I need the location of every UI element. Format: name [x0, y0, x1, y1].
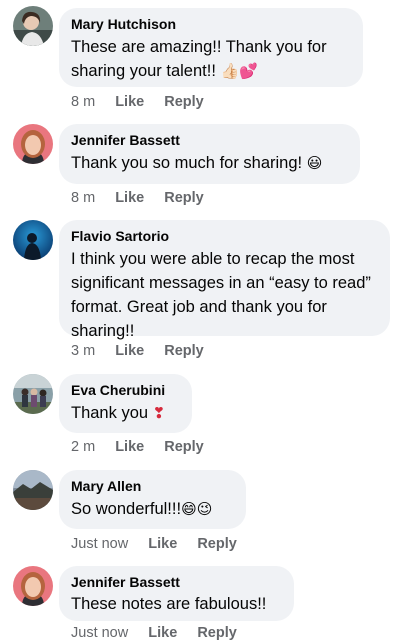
avatar[interactable] — [13, 374, 53, 414]
comment-meta: 8 m Like Reply — [71, 93, 220, 111]
comment-author[interactable]: Jennifer Bassett — [71, 131, 348, 149]
avatar-image — [13, 6, 53, 46]
comment-bubble: Flavio Sartorio I think you were able to… — [59, 220, 390, 340]
avatar-image — [13, 220, 53, 260]
like-button[interactable]: Like — [148, 536, 177, 552]
comment-author[interactable]: Eva Cherubini — [71, 381, 180, 399]
like-button[interactable]: Like — [148, 625, 177, 640]
avatar[interactable] — [13, 220, 53, 260]
avatar[interactable] — [13, 124, 53, 164]
comment-text: These are amazing!! Thank you for sharin… — [71, 35, 351, 83]
comment-meta: Just now Like Reply — [71, 624, 253, 640]
comment-bubble: Jennifer Bassett Thank you so much for s… — [59, 124, 360, 184]
avatar-image — [13, 124, 53, 164]
comment-timestamp[interactable]: 3 m — [71, 343, 95, 359]
comment-text: These notes are fabulous!! — [71, 595, 267, 613]
comment-timestamp[interactable]: Just now — [71, 536, 128, 552]
comment-timestamp[interactable]: 8 m — [71, 94, 95, 110]
smiley-emoji: 😃 — [306, 154, 323, 172]
reply-button[interactable]: Reply — [164, 190, 204, 206]
like-button[interactable]: Like — [115, 343, 144, 359]
avatar[interactable] — [13, 566, 53, 606]
comment-bubble: Mary Allen So wonderful!!!😄😉 — [59, 470, 246, 529]
comment-timestamp[interactable]: Just now — [71, 625, 128, 640]
like-button[interactable]: Like — [115, 439, 144, 455]
reply-button[interactable]: Reply — [164, 439, 204, 455]
reply-button[interactable]: Reply — [197, 625, 237, 640]
comment-bubble: Jennifer Bassett These notes are fabulou… — [59, 566, 294, 621]
comment-text: Thank you so much for sharing! 😃 — [71, 151, 348, 175]
comment-meta: Just now Like Reply — [71, 535, 253, 553]
avatar-image — [13, 374, 53, 414]
comment-text-content: Thank you — [71, 404, 149, 422]
comment-bubble: Mary Hutchison These are amazing!! Thank… — [59, 8, 363, 87]
comment-thread: Mary Hutchison These are amazing!! Thank… — [0, 0, 408, 640]
comment-timestamp[interactable]: 2 m — [71, 439, 95, 455]
avatar-image — [13, 566, 53, 606]
like-button[interactable]: Like — [115, 190, 144, 206]
comment-text-content: So wonderful!!! — [71, 500, 182, 518]
comment-author[interactable]: Jennifer Bassett — [71, 573, 282, 591]
like-button[interactable]: Like — [115, 94, 144, 110]
comment-meta: 8 m Like Reply — [71, 189, 220, 207]
comment-text: So wonderful!!!😄😉 — [71, 497, 234, 521]
comment-text: Thank you ❣ — [71, 401, 180, 425]
comment-author[interactable]: Flavio Sartorio — [71, 227, 378, 245]
comment-meta: 3 m Like Reply — [71, 342, 220, 360]
comment-timestamp[interactable]: 8 m — [71, 190, 95, 206]
comment-meta: 2 m Like Reply — [71, 438, 220, 456]
comment-author[interactable]: Mary Hutchison — [71, 15, 351, 33]
avatar[interactable] — [13, 470, 53, 510]
comment-text: I think you were able to recap the most … — [71, 250, 371, 340]
heart-exclamation-emoji: ❣ — [152, 404, 166, 422]
avatar-image — [13, 470, 53, 510]
reply-button[interactable]: Reply — [164, 343, 204, 359]
thumbs-up-hearts-emoji: 👍🏻💕 — [220, 62, 258, 80]
avatar[interactable] — [13, 6, 53, 46]
comment-bubble: Eva Cherubini Thank you ❣ — [59, 374, 192, 433]
reply-button[interactable]: Reply — [164, 94, 204, 110]
comment-text-content: These are amazing!! Thank you for sharin… — [71, 38, 327, 80]
reply-button[interactable]: Reply — [197, 536, 237, 552]
grin-wink-emoji: 😄😉 — [181, 500, 213, 518]
comment-author[interactable]: Mary Allen — [71, 477, 234, 495]
comment-text-content: Thank you so much for sharing! — [71, 154, 303, 172]
